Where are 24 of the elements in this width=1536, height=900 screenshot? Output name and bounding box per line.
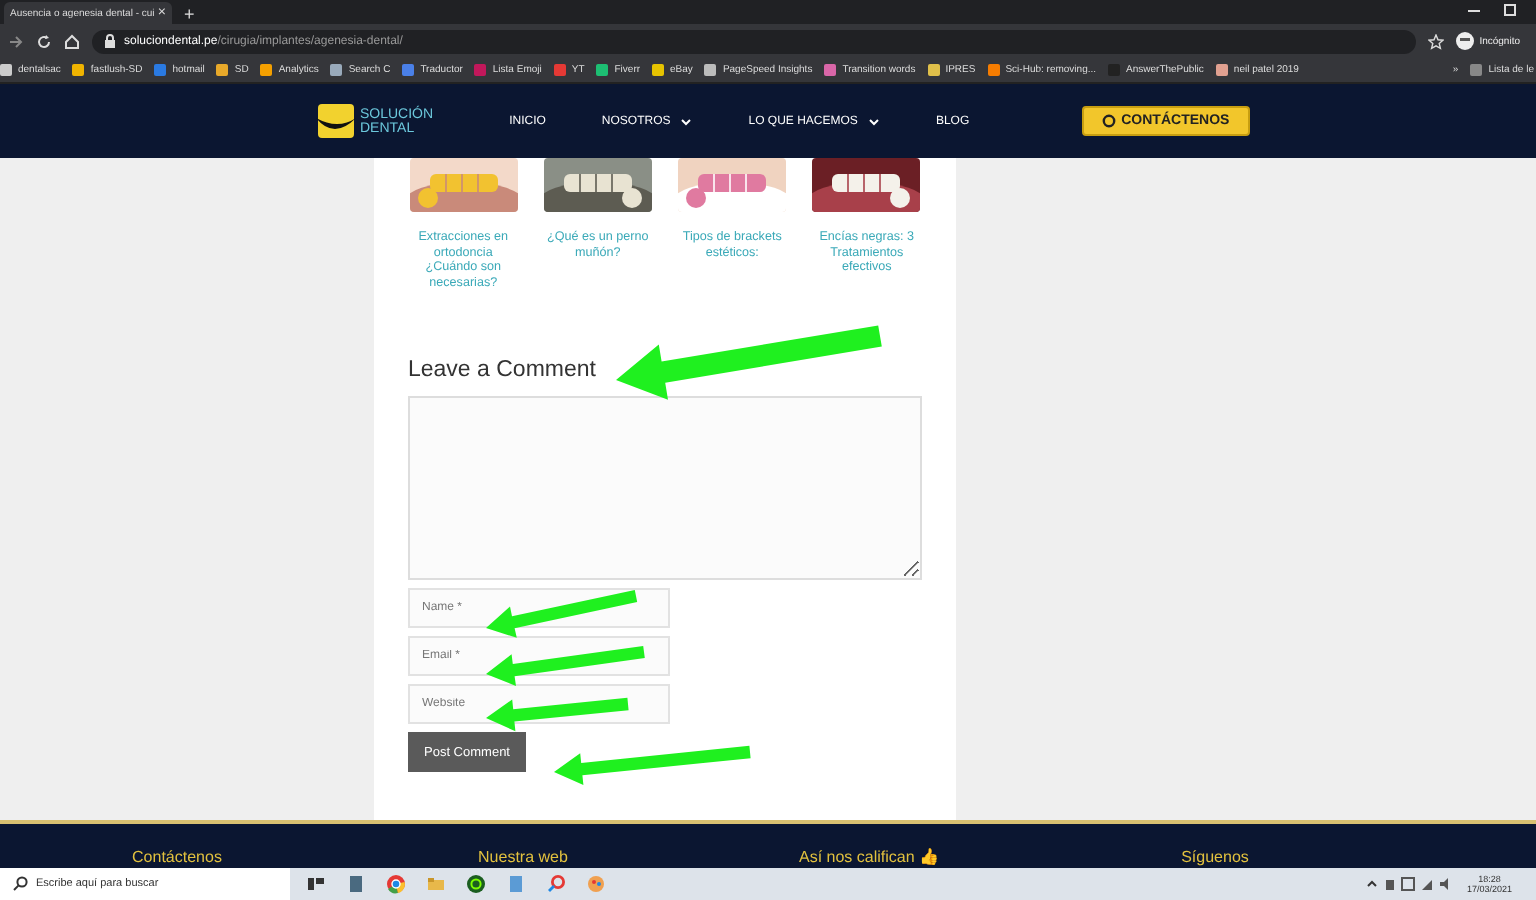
chrome-icon[interactable]	[386, 874, 406, 894]
task-view-icon[interactable]	[306, 874, 326, 894]
footer-heading: Contáctenos	[130, 848, 224, 866]
logo-icon	[314, 101, 358, 141]
caret-icon	[867, 117, 880, 125]
incognito-icon	[1455, 32, 1474, 50]
section-heading: Leave a Comment	[408, 358, 596, 382]
maximize-icon[interactable]	[1500, 2, 1520, 18]
footer-heading: Síguenos	[1179, 848, 1251, 866]
new-tab-button[interactable]: +	[184, 4, 195, 24]
caret-icon	[680, 117, 693, 125]
phone-icon	[1101, 114, 1116, 128]
star-icon[interactable]	[1427, 33, 1444, 49]
footer-heading: Así nos califican 👍	[796, 848, 942, 866]
footer-heading: Nuestra web	[476, 848, 570, 866]
paint-icon[interactable]	[586, 874, 606, 894]
annotation-arrow	[486, 697, 629, 732]
lock-icon	[104, 34, 116, 48]
search-app-icon[interactable]	[546, 874, 566, 894]
forward-icon[interactable]	[8, 33, 24, 49]
reload-icon[interactable]	[36, 33, 52, 49]
calculator-icon[interactable]	[346, 874, 366, 894]
search-icon	[12, 876, 28, 892]
home-icon[interactable]	[64, 33, 80, 49]
